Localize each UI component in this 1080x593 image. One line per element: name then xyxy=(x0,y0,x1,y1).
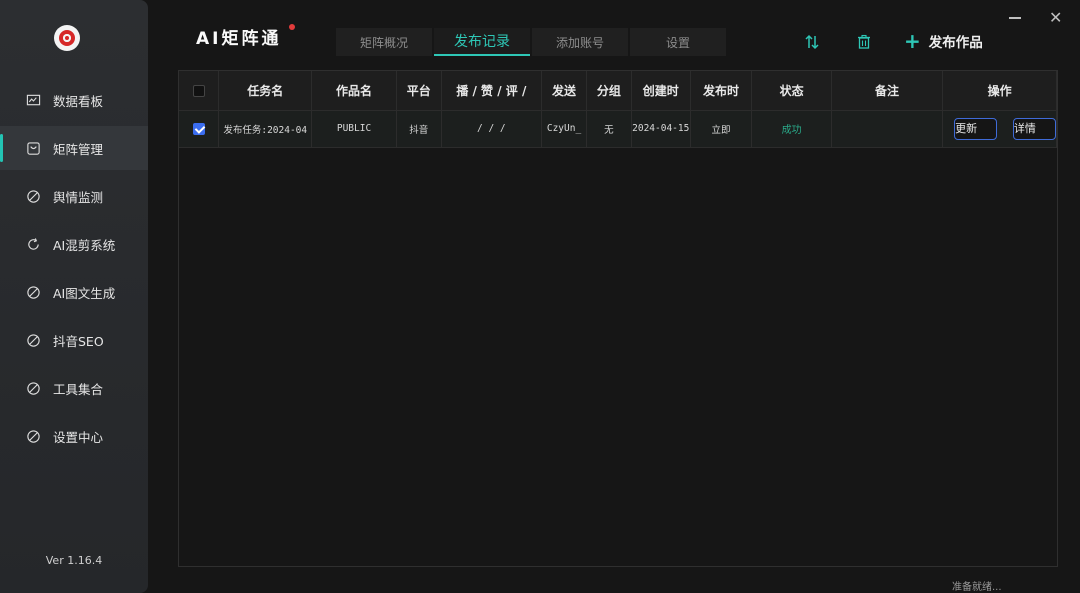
cell-task: 发布任务:2024-04 xyxy=(218,109,313,148)
box-icon xyxy=(26,141,41,156)
cell-created: 2024-04-15 xyxy=(631,109,691,148)
sidebar-item-label: AI图文生成 xyxy=(53,285,116,301)
tab-add-account[interactable]: 添加账号 xyxy=(532,28,628,56)
ban-icon xyxy=(26,429,41,444)
col-header-actions: 操作 xyxy=(942,71,1057,111)
cell-note xyxy=(831,109,944,148)
sidebar-item-dashboard[interactable]: 数据看板 xyxy=(0,78,148,122)
cell-stats: / / / xyxy=(441,109,543,148)
sidebar-item-label: 设置中心 xyxy=(53,429,104,445)
publish-work-label: 发布作品 xyxy=(928,35,983,51)
cell-work: PUBLIC xyxy=(311,109,397,148)
sidebar-item-sentiment[interactable]: 舆情监测 xyxy=(0,174,148,218)
status-bar-text: 准备就绪... xyxy=(952,582,1002,593)
cell-publish: 立即 xyxy=(690,109,753,148)
sidebar-item-label: 抖音SEO xyxy=(53,333,104,349)
col-header-stats[interactable]: 播 / 赞 / 评 / xyxy=(441,71,543,111)
sidebar-item-label: 数据看板 xyxy=(53,93,104,109)
brand-title: AI矩阵通 xyxy=(196,29,282,49)
cell-actions: 更新 详情 xyxy=(942,109,1057,148)
select-all-checkbox[interactable] xyxy=(179,71,220,111)
cell-send: CzyUn_ xyxy=(541,109,587,148)
refresh-icon xyxy=(26,237,41,252)
ban-icon xyxy=(26,333,41,348)
cell-platform: 抖音 xyxy=(396,109,442,148)
app-logo-icon xyxy=(54,25,80,51)
col-header-note[interactable]: 备注 xyxy=(831,71,944,111)
col-header-group[interactable]: 分组 xyxy=(586,71,632,111)
update-button[interactable]: 更新 xyxy=(954,117,998,140)
col-header-created[interactable]: 创建时 xyxy=(631,71,691,111)
trash-icon[interactable] xyxy=(856,34,872,50)
sidebar-item-ai-remix[interactable]: AI混剪系统 xyxy=(0,222,148,266)
col-header-task[interactable]: 任务名 xyxy=(218,71,313,111)
col-header-platform[interactable]: 平台 xyxy=(396,71,442,111)
ban-icon xyxy=(26,285,41,300)
cell-status: 成功 xyxy=(751,109,832,148)
sort-icon[interactable] xyxy=(804,34,820,50)
publish-work-button[interactable]: + 发布作品 xyxy=(904,31,983,51)
col-header-publish[interactable]: 发布时 xyxy=(690,71,753,111)
records-table-panel: 任务名 作品名 平台 播 / 赞 / 评 / 发送 分组 创建时 发布时 状态 … xyxy=(178,70,1058,567)
table-header-row: 任务名 作品名 平台 播 / 赞 / 评 / 发送 分组 创建时 发布时 状态 … xyxy=(179,71,1057,111)
minimize-icon[interactable] xyxy=(1009,17,1021,19)
col-header-work[interactable]: 作品名 xyxy=(311,71,397,111)
sidebar-item-label: AI混剪系统 xyxy=(53,237,116,253)
records-table: 任务名 作品名 平台 播 / 赞 / 评 / 发送 分组 创建时 发布时 状态 … xyxy=(179,71,1057,148)
sidebar-item-label: 工具集合 xyxy=(53,381,104,397)
chart-icon xyxy=(26,93,41,108)
detail-button[interactable]: 详情 xyxy=(1012,117,1056,140)
ban-icon xyxy=(26,381,41,396)
sidebar-item-settings[interactable]: 设置中心 xyxy=(0,414,148,458)
cell-group: 无 xyxy=(586,109,632,148)
sidebar-item-douyin-seo[interactable]: 抖音SEO xyxy=(0,318,148,362)
version-label: Ver 1.16.4 xyxy=(45,554,103,567)
status-badge: 成功 xyxy=(781,125,802,136)
col-header-status[interactable]: 状态 xyxy=(751,71,832,111)
sidebar-item-label: 舆情监测 xyxy=(53,189,104,205)
ban-icon xyxy=(26,189,41,204)
sidebar-item-tools[interactable]: 工具集合 xyxy=(0,366,148,410)
sidebar-item-matrix[interactable]: 矩阵管理 xyxy=(0,126,148,170)
sidebar-item-ai-graphic[interactable]: AI图文生成 xyxy=(0,270,148,314)
close-icon[interactable]: ✕ xyxy=(1049,10,1062,26)
plus-icon: + xyxy=(904,29,921,53)
tab-overview[interactable]: 矩阵概况 xyxy=(336,28,432,56)
col-header-send[interactable]: 发送 xyxy=(541,71,587,111)
row-checkbox[interactable] xyxy=(179,109,220,148)
sidebar: 数据看板 矩阵管理 舆情监测 AI混剪系统 AI图文生成 抖音SEO 工具集合 … xyxy=(0,0,148,593)
tab-publish-records[interactable]: 发布记录 xyxy=(434,28,530,56)
tab-settings[interactable]: 设置 xyxy=(630,28,726,56)
brand-badge-icon xyxy=(289,24,295,30)
sidebar-item-label: 矩阵管理 xyxy=(53,141,104,157)
table-row[interactable]: 发布任务:2024-04 PUBLIC 抖音 / / / CzyUn_ 无 20… xyxy=(179,109,1057,148)
